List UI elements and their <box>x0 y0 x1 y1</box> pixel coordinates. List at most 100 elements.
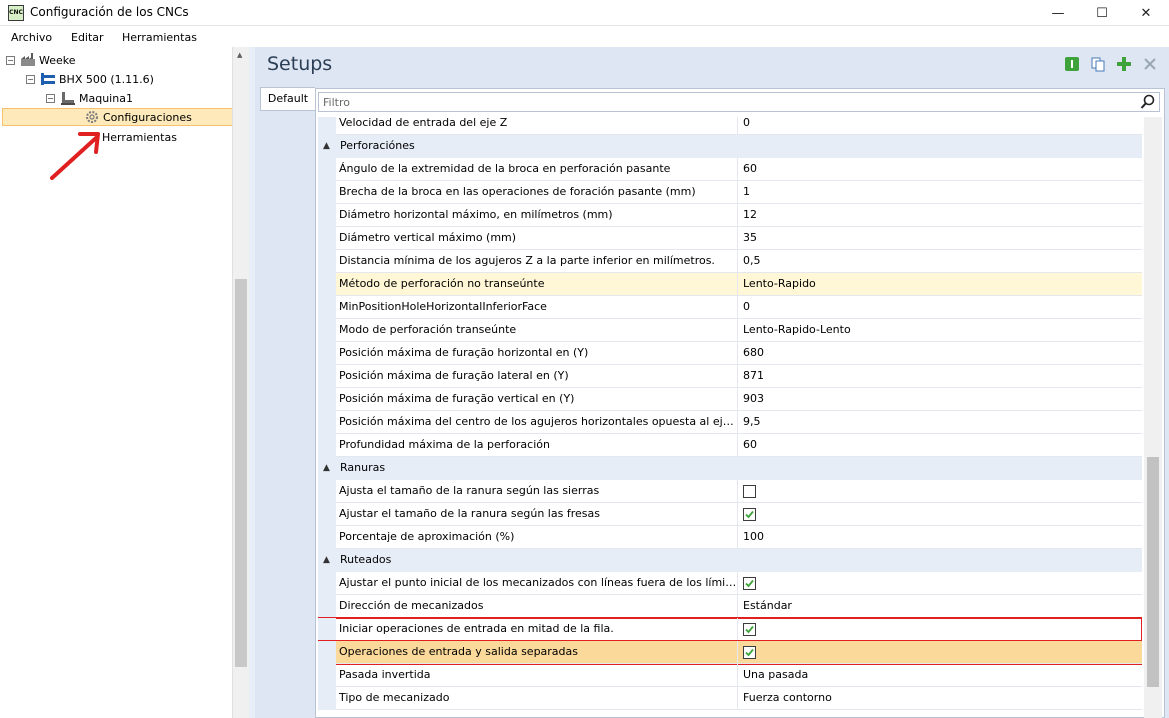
filter-input[interactable]: Filtro <box>318 92 1160 112</box>
property-value[interactable]: 12 <box>738 204 1142 227</box>
property-value[interactable]: 60 <box>738 158 1142 181</box>
property-row[interactable]: Operaciones de entrada y salida separada… <box>318 640 1142 665</box>
property-value[interactable]: 1 <box>738 181 1142 204</box>
property-name: Ajustar el punto inicial de los mecaniza… <box>336 572 738 595</box>
close-button[interactable]: ✕ <box>1124 0 1168 26</box>
category-label: Perforaciónes <box>340 139 415 152</box>
collapse-icon[interactable]: − <box>46 93 55 103</box>
machine-tree: − Weeke − BHX 500 (1.11.6) − Maquina1 Co… <box>0 47 249 718</box>
row-gutter <box>318 641 336 664</box>
property-row[interactable]: Porcentaje de aproximación (%) 100 <box>318 526 1142 549</box>
category-row[interactable]: ▲ Perforaciónes <box>318 135 1142 158</box>
property-value[interactable]: Lento-Rapido-Lento <box>738 319 1142 342</box>
grid-scrollbar-thumb[interactable] <box>1147 457 1159 687</box>
tree-node-weeke[interactable]: − Weeke <box>6 51 76 69</box>
title-bar: CNC Configuración de los CNCs — ☐ ✕ <box>0 0 1169 26</box>
copy-button[interactable] <box>1089 55 1107 73</box>
checkmark-icon <box>745 579 754 588</box>
property-value[interactable]: Fuerza contorno <box>738 687 1142 710</box>
chevron-up-icon[interactable]: ▲ <box>323 457 330 479</box>
property-row[interactable]: Posición máxima del centro de los agujer… <box>318 411 1142 434</box>
info-button[interactable] <box>1063 55 1081 73</box>
tree-scrollbar-thumb[interactable] <box>235 279 247 667</box>
property-checkbox-cell[interactable] <box>738 618 1142 641</box>
menu-archivo[interactable]: Archivo <box>11 31 52 44</box>
tree-node-bhx500[interactable]: − BHX 500 (1.11.6) <box>26 70 154 88</box>
property-row[interactable]: Brecha de la broca en las operaciones de… <box>318 181 1142 204</box>
property-row[interactable]: Distancia mínima de los agujeros Z a la … <box>318 250 1142 273</box>
scroll-up-arrow-icon[interactable]: ▲ <box>237 51 242 59</box>
property-row[interactable]: Ajustar el punto inicial de los mecaniza… <box>318 572 1142 595</box>
chevron-up-icon[interactable]: ▲ <box>323 549 330 571</box>
property-value[interactable]: 0 <box>738 296 1142 319</box>
property-row[interactable]: Velocidad de entrada del eje Z0 <box>318 117 1142 135</box>
property-name: Operaciones de entrada y salida separada… <box>336 641 738 664</box>
property-checkbox-cell[interactable] <box>738 503 1142 526</box>
property-row[interactable]: Ajusta el tamaño de la ranura según las … <box>318 480 1142 503</box>
checkbox-checked[interactable] <box>743 623 756 636</box>
property-name: Dirección de mecanizados <box>336 595 738 618</box>
property-row[interactable]: Método de perforación no transeúnte Lento… <box>318 273 1142 296</box>
chevron-up-icon[interactable]: ▲ <box>323 135 330 157</box>
property-value[interactable]: Una pasada <box>738 664 1142 687</box>
window-title: Configuración de los CNCs <box>30 5 189 19</box>
checkbox-unchecked[interactable] <box>743 485 756 498</box>
property-name: Método de perforación no transeúnte <box>336 273 738 296</box>
tree-node-herramientas[interactable]: Herramientas <box>102 128 177 146</box>
factory-icon <box>20 53 36 67</box>
tree-node-configuraciones[interactable]: Configuraciones <box>2 108 236 126</box>
collapse-icon[interactable]: − <box>26 74 35 84</box>
property-row[interactable]: MinPositionHoleHorizontalInferiorFace 0 <box>318 296 1142 319</box>
minimize-button[interactable]: — <box>1036 0 1080 26</box>
property-value[interactable]: 100 <box>738 526 1142 549</box>
property-checkbox-cell[interactable] <box>738 572 1142 595</box>
property-name: Ajustar el tamaño de la ranura según las… <box>336 503 738 526</box>
property-checkbox-cell[interactable] <box>738 641 1142 664</box>
property-row[interactable]: Dirección de mecanizados Estándar <box>318 595 1142 618</box>
checkbox-checked[interactable] <box>743 577 756 590</box>
maximize-button[interactable]: ☐ <box>1080 0 1124 26</box>
property-row[interactable]: Tipo de mecanizado Fuerza contorno <box>318 687 1142 710</box>
property-row[interactable]: Ángulo de la extremidad de la broca en p… <box>318 158 1142 181</box>
property-value[interactable]: Estándar <box>738 595 1142 618</box>
property-value[interactable]: 680 <box>738 342 1142 365</box>
tab-default[interactable]: Default <box>260 87 315 111</box>
search-icon[interactable] <box>1140 94 1156 110</box>
checkbox-checked[interactable] <box>743 646 756 659</box>
menu-bar: Archivo Editar Herramientas <box>0 28 1169 47</box>
property-value[interactable]: 871 <box>738 365 1142 388</box>
checkbox-checked[interactable] <box>743 508 756 521</box>
property-value[interactable]: Lento-Rapido <box>738 273 1142 296</box>
property-row[interactable]: Diámetro horizontal máximo, en milímetro… <box>318 204 1142 227</box>
delete-button[interactable] <box>1141 55 1159 73</box>
grid-scrollbar[interactable] <box>1144 117 1162 718</box>
property-row[interactable]: Posición máxima de furação horizontal en… <box>318 342 1142 365</box>
tree-scrollbar[interactable]: ▲ <box>232 47 249 718</box>
property-row[interactable]: Diámetro vertical máximo (mm) 35 <box>318 227 1142 250</box>
collapse-icon[interactable]: − <box>6 55 15 65</box>
property-row[interactable]: Ajustar el tamaño de la ranura según las… <box>318 503 1142 526</box>
property-checkbox-cell[interactable] <box>738 480 1142 503</box>
menu-editar[interactable]: Editar <box>71 31 104 44</box>
property-row[interactable]: Profundidad máxima de la perforación 60 <box>318 434 1142 457</box>
property-value[interactable]: 60 <box>738 434 1142 457</box>
property-row[interactable]: Pasada invertida Una pasada <box>318 664 1142 687</box>
property-value[interactable]: 35 <box>738 227 1142 250</box>
property-value[interactable]: 9,5 <box>738 411 1142 434</box>
tree-node-maquina1[interactable]: − Maquina1 <box>46 89 133 107</box>
category-label: Ruteados <box>340 553 392 566</box>
tree-label-weeke: Weeke <box>39 53 76 67</box>
category-row[interactable]: ▲ Ranuras <box>318 457 1142 480</box>
property-value[interactable]: 0 <box>738 117 1142 135</box>
tree-label-maquina1: Maquina1 <box>79 91 133 105</box>
category-row[interactable]: ▲ Ruteados <box>318 549 1142 572</box>
property-row[interactable]: Posición máxima de furação lateral en (Y… <box>318 365 1142 388</box>
property-value[interactable]: 0,5 <box>738 250 1142 273</box>
row-gutter <box>318 158 336 181</box>
property-row[interactable]: Modo de perforación transeúnte Lento-Rapi… <box>318 319 1142 342</box>
property-row[interactable]: Iniciar operaciones de entrada en mitad … <box>318 617 1142 642</box>
property-value[interactable]: 903 <box>738 388 1142 411</box>
menu-herramientas[interactable]: Herramientas <box>122 31 197 44</box>
property-row[interactable]: Posición máxima de furação vertical en (… <box>318 388 1142 411</box>
add-button[interactable] <box>1115 55 1133 73</box>
